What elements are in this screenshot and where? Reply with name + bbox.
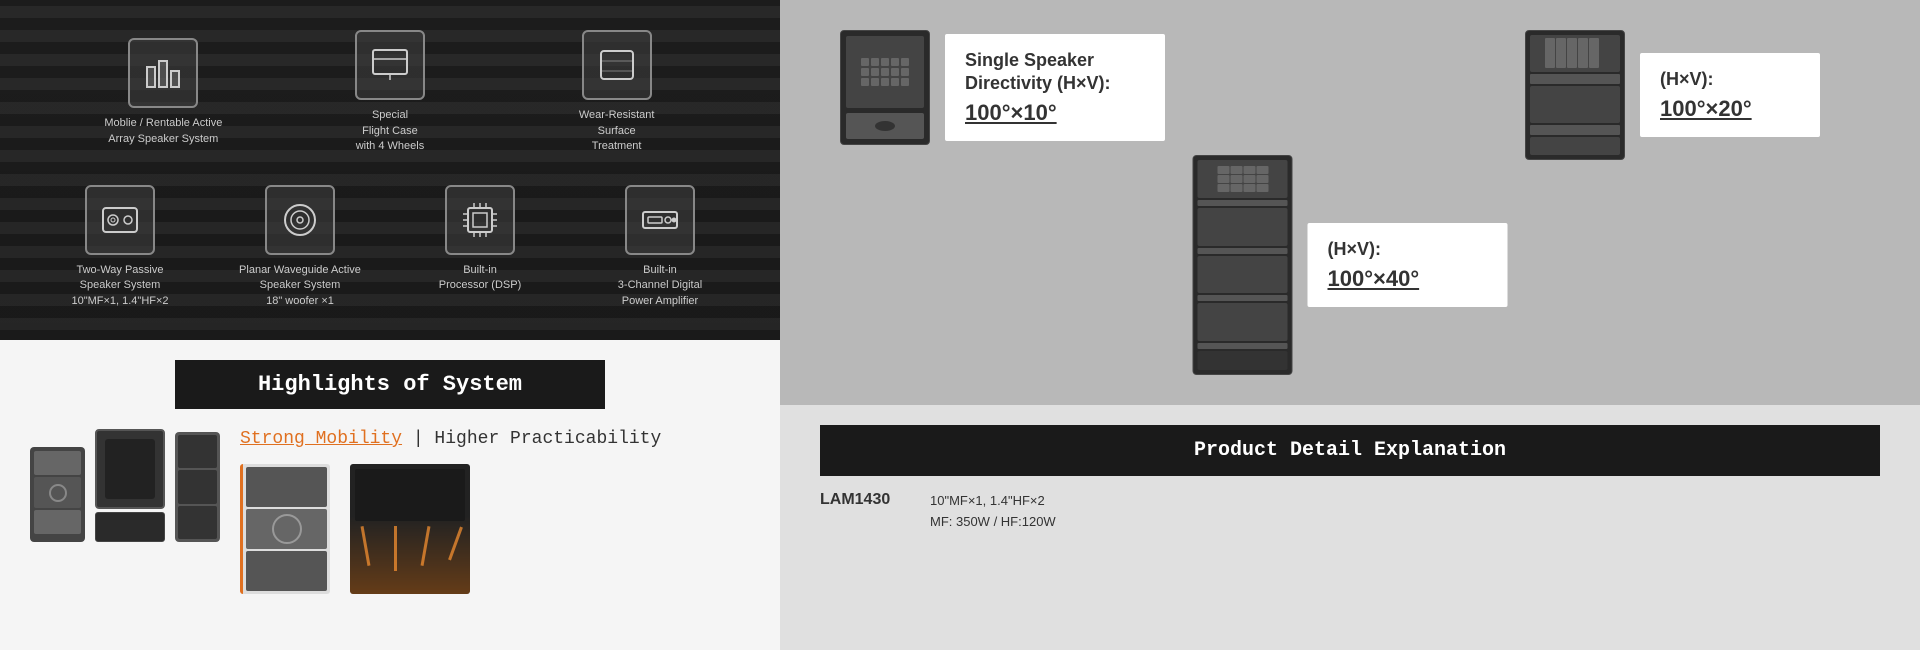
mobility-text-rest: | Higher Practicability — [402, 429, 661, 449]
quad-speaker-title: (H×V): — [1328, 238, 1488, 261]
product-detail-section: Product Detail Explanation LAM1430 10"MF… — [780, 405, 1920, 650]
icon-item-amplifier: Built-in3-Channel DigitalPower Amplifier — [580, 185, 740, 309]
single-speaker-title: Single SpeakerDirectivity (H×V): — [965, 49, 1145, 96]
highlights-section: Highlights of System — [0, 340, 780, 650]
circle-target-icon — [265, 185, 335, 255]
strong-mobility-link[interactable]: Strong Mobility — [240, 429, 402, 449]
speaker-icon — [85, 185, 155, 255]
single-speaker-value: 100°×10° — [965, 100, 1145, 126]
spec-line1: 10"MF×1, 1.4"HF×2 — [930, 491, 1056, 512]
amplifier-label: Built-in3-Channel DigitalPower Amplifier — [618, 263, 702, 309]
quad-speaker-value: 100°×40° — [1328, 266, 1488, 292]
double-speaker-info: (H×V): 100°×20° — [1640, 53, 1820, 137]
single-speaker-card: Single SpeakerDirectivity (H×V): 100°×10… — [840, 30, 1165, 145]
icons-row-1: Moblie / Rentable Active Array Speaker S… — [0, 0, 780, 175]
spec-details: 10"MF×1, 1.4"HF×2 MF: 350W / HF:120W — [930, 491, 1056, 533]
highlights-images — [240, 464, 750, 594]
quad-speaker-card: (H×V): 100°×40° — [1193, 155, 1508, 375]
icon-item-two-way: Two-Way PassiveSpeaker System10"MF×1, 1.… — [40, 185, 200, 309]
icon-item-flight-case: SpecialFlight Casewith 4 Wheels — [320, 30, 460, 154]
screen-icon — [355, 30, 425, 100]
mobile-label: Moblie / Rentable Active Array Speaker S… — [93, 116, 233, 147]
processor-label: Built-inProcessor (DSP) — [439, 263, 522, 294]
double-speaker-value: 100°×20° — [1660, 96, 1800, 122]
single-speaker-info: Single SpeakerDirectivity (H×V): 100°×10… — [945, 34, 1165, 142]
wear-resistant-label: Wear-ResistantSurfaceTreatment — [579, 108, 655, 154]
planar-label: Planar Waveguide ActiveSpeaker System18"… — [239, 263, 361, 309]
icons-row-2: Two-Way PassiveSpeaker System10"MF×1, 1.… — [0, 175, 780, 340]
double-speaker-card: (H×V): 100°×20° — [1525, 30, 1820, 160]
icon-item-processor: Built-inProcessor (DSP) — [400, 185, 560, 294]
two-way-label: Two-Way PassiveSpeaker System10"MF×1, 1.… — [71, 263, 168, 309]
double-speaker-image — [1525, 30, 1625, 160]
product-detail-title: Product Detail Explanation — [820, 425, 1880, 476]
surface-icon — [582, 30, 652, 100]
quad-speaker-image — [1193, 155, 1293, 375]
highlights-content: Strong Mobility | Higher Practicability — [30, 429, 750, 594]
icon-item-planar: Planar Waveguide ActiveSpeaker System18"… — [220, 185, 380, 309]
left-panel: Moblie / Rentable Active Array Speaker S… — [0, 0, 780, 650]
product-spec-row: LAM1430 10"MF×1, 1.4"HF×2 MF: 350W / HF:… — [820, 491, 1880, 533]
icon-item-mobile: Moblie / Rentable Active Array Speaker S… — [93, 38, 233, 147]
spec-model: LAM1430 — [820, 491, 910, 509]
product-detail-content: Product Detail Explanation LAM1430 10"MF… — [820, 425, 1880, 533]
bar-chart-icon — [128, 38, 198, 108]
double-speaker-title: (H×V): — [1660, 68, 1800, 91]
single-speaker-image — [840, 30, 930, 145]
mobility-text: Strong Mobility | Higher Practicability — [240, 429, 750, 449]
processor-icon — [445, 185, 515, 255]
spec-line2: MF: 350W / HF:120W — [930, 512, 1056, 533]
directivity-section: Single SpeakerDirectivity (H×V): 100°×10… — [780, 0, 1920, 405]
highlights-speaker-image — [30, 429, 220, 542]
right-panel: Single SpeakerDirectivity (H×V): 100°×10… — [780, 0, 1920, 650]
quad-speaker-info: (H×V): 100°×40° — [1308, 223, 1508, 307]
highlights-right: Strong Mobility | Higher Practicability — [240, 429, 750, 594]
highlights-title: Highlights of System — [175, 360, 605, 409]
amplifier-icon — [625, 185, 695, 255]
flight-case-label: SpecialFlight Casewith 4 Wheels — [356, 108, 424, 154]
icon-item-wear-resistant: Wear-ResistantSurfaceTreatment — [547, 30, 687, 154]
